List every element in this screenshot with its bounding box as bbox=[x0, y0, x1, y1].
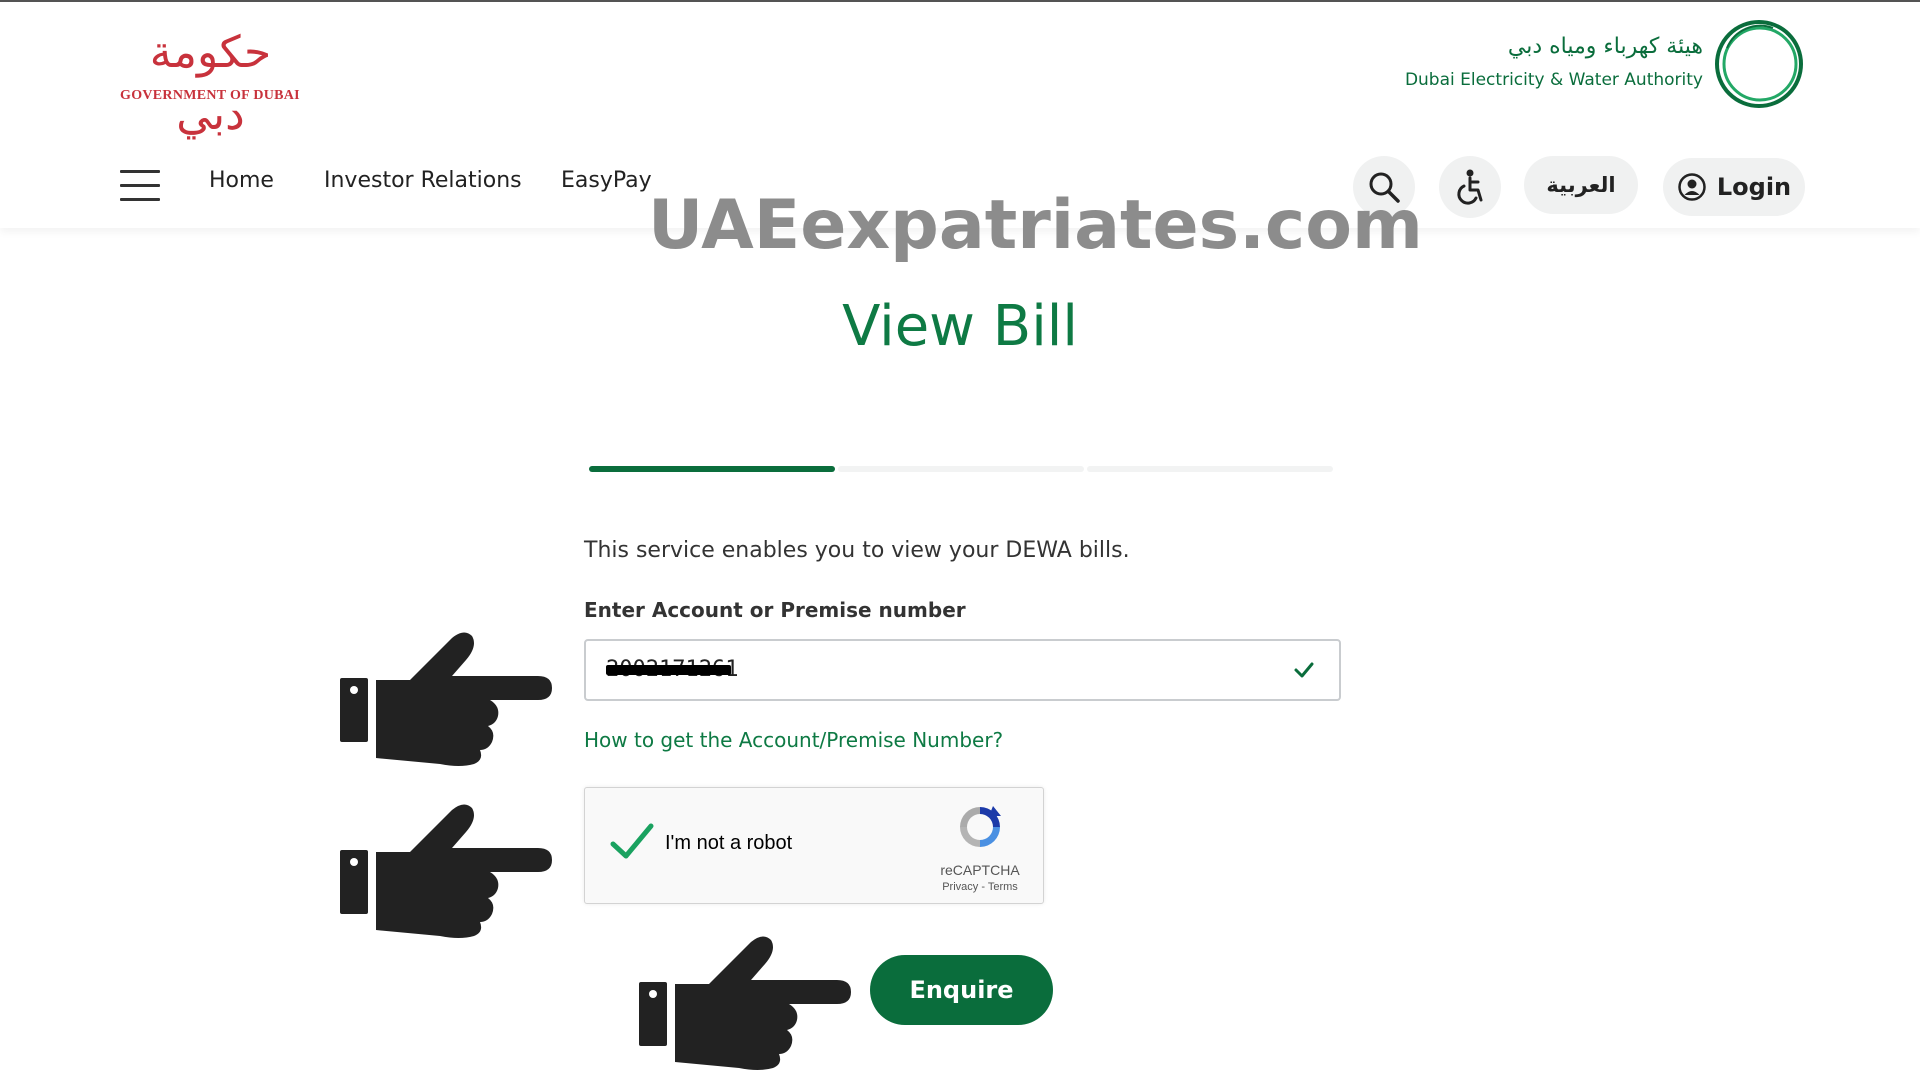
pointing-hand-icon bbox=[639, 936, 851, 1070]
login-button[interactable]: Login bbox=[1663, 158, 1805, 216]
nav-easypay[interactable]: EasyPay bbox=[561, 168, 652, 193]
pointing-hand-icon bbox=[340, 632, 552, 766]
account-number-help-link[interactable]: How to get the Account/Premise Number? bbox=[584, 728, 1003, 752]
accessibility-icon bbox=[1457, 169, 1483, 205]
accessibility-button[interactable] bbox=[1439, 156, 1501, 218]
progress-stepper bbox=[589, 466, 1333, 472]
user-circle-icon bbox=[1678, 173, 1706, 201]
language-label: العربية bbox=[1546, 173, 1616, 197]
account-number-input[interactable]: 2002171261 bbox=[584, 639, 1341, 701]
government-of-dubai-logo[interactable]: حكومة دبي GOVERNMENT OF DUBAI bbox=[118, 22, 303, 140]
recaptcha-label: I'm not a robot bbox=[665, 832, 793, 854]
dewa-ring-icon bbox=[1715, 20, 1803, 108]
dewa-logo-english: Dubai Electricity & Water Authority bbox=[1404, 70, 1703, 90]
enquire-button[interactable]: Enquire bbox=[870, 955, 1053, 1025]
recaptcha-privacy-terms[interactable]: Privacy - Terms bbox=[925, 881, 1035, 893]
gov-logo-english: GOVERNMENT OF DUBAI bbox=[120, 88, 300, 103]
recaptcha-widget: I'm not a robot reCAPTCHA Privacy - Term… bbox=[584, 787, 1044, 904]
dewa-logo-arabic: هيئة كهرباء ومياه دبي bbox=[1507, 34, 1703, 59]
watermark-text: UAEexpatriates.com bbox=[648, 186, 1423, 265]
step-2 bbox=[838, 466, 1084, 472]
service-description: This service enables you to view your DE… bbox=[584, 538, 1130, 563]
menu-hamburger-icon[interactable] bbox=[120, 170, 160, 202]
step-3 bbox=[1087, 466, 1333, 472]
nav-home[interactable]: Home bbox=[209, 168, 274, 193]
recaptcha-logo-icon bbox=[960, 806, 1001, 847]
recaptcha-brand: reCAPTCHA bbox=[940, 862, 1020, 878]
recaptcha-checkbox-checked-icon[interactable] bbox=[609, 822, 655, 862]
valid-check-icon bbox=[1294, 662, 1314, 678]
gov-logo-arabic: حكومة دبي bbox=[149, 27, 272, 140]
login-label: Login bbox=[1716, 173, 1792, 201]
language-toggle-button[interactable]: العربية bbox=[1524, 156, 1638, 214]
step-1-active bbox=[589, 466, 835, 472]
account-field-label: Enter Account or Premise number bbox=[584, 598, 966, 622]
redaction-bar bbox=[606, 665, 731, 675]
page-title: View Bill bbox=[842, 294, 1078, 359]
dewa-logo[interactable]: هيئة كهرباء ومياه دبي Dubai Electricity … bbox=[1405, 18, 1805, 114]
nav-investor-relations[interactable]: Investor Relations bbox=[324, 168, 522, 193]
pointing-hand-icon bbox=[340, 804, 552, 938]
